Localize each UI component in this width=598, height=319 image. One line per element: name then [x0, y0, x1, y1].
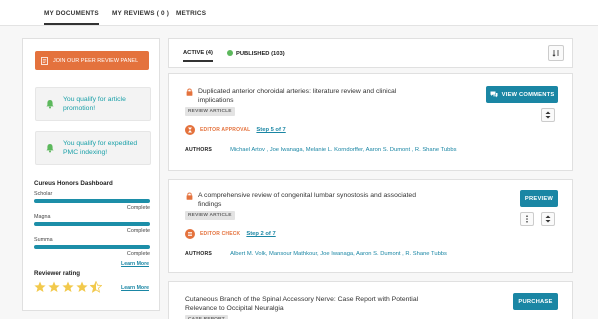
level-status: Complete [126, 205, 150, 211]
star-icon [34, 281, 46, 292]
article-promotion-notice: You qualify for article promotion! [35, 87, 151, 121]
preview-label: PREVIEW [524, 195, 554, 202]
document-title[interactable]: Cutaneous Branch of the Spinal Accessory… [185, 295, 445, 313]
hourglass-icon [185, 125, 195, 135]
progress-bar [34, 199, 150, 203]
level-status: Complete [126, 228, 150, 234]
article-promotion-text: You qualify for article promotion! [63, 96, 126, 112]
tab-published[interactable]: PUBLISHED (103) [227, 50, 285, 57]
authors-row: AUTHORS Michael Artov , Joe Iwanaga, Mel… [185, 147, 456, 153]
honors-level-summa: Summa Complete [34, 237, 150, 257]
document-title[interactable]: A comprehensive review of congenital lum… [198, 191, 418, 209]
article-type-badge: REVIEW ARTICLE [185, 107, 235, 116]
sort-icon [552, 50, 559, 57]
half-star-icon [90, 281, 102, 293]
step-link[interactable]: Step 5 of 7 [256, 127, 285, 133]
article-type-badge: CASE REPORT [185, 315, 228, 319]
join-peer-review-button[interactable]: JOIN OUR PEER REVIEW PANEL [35, 51, 149, 70]
tab-my-reviews[interactable]: MY REVIEWS ( 0 ) [112, 10, 169, 17]
tab-metrics[interactable]: METRICS [176, 10, 206, 17]
honors-level-magna: Magna Complete [34, 214, 150, 234]
purchase-button[interactable]: PURCHASE [513, 293, 558, 310]
reviewer-rating-stars [34, 281, 104, 293]
lock-icon [186, 88, 193, 96]
step-link[interactable]: Step 2 of 7 [246, 231, 275, 237]
authors-label: AUTHORS [185, 147, 213, 153]
level-name: Magna [34, 214, 51, 220]
learn-more-honors-link[interactable]: Learn More [121, 261, 149, 267]
document-title[interactable]: Duplicated anterior choroidal arteries: … [198, 87, 418, 105]
check-icon [227, 50, 233, 56]
preview-button[interactable]: PREVIEW [520, 190, 558, 207]
document-icon [41, 56, 48, 65]
purchase-label: PURCHASE [518, 298, 553, 305]
star-icon [76, 281, 88, 292]
authors-row: AUTHORS Albert M. Volk, Mansour Mathkour… [185, 251, 447, 257]
level-name: Summa [34, 237, 53, 243]
sort-arrows-icon [545, 111, 551, 119]
tab-active[interactable]: ACTIVE (4) [183, 50, 213, 62]
article-type-badge: REVIEW ARTICLE [185, 211, 235, 220]
sort-arrows-icon [545, 215, 551, 223]
view-comments-label: VIEW COMMENTS [501, 91, 555, 98]
authors-label: AUTHORS [185, 251, 213, 257]
tab-my-documents[interactable]: MY DOCUMENTS [44, 10, 99, 25]
document-status: EDITOR APPROVAL Step 5 of 7 [185, 125, 286, 135]
status-label: EDITOR CHECK [200, 231, 241, 237]
pmc-indexing-notice: You qualify for expedited PMC indexing! [35, 131, 151, 165]
bell-icon [46, 100, 54, 109]
bell-icon [46, 144, 54, 153]
document-card: Cutaneous Branch of the Spinal Accessory… [168, 281, 573, 319]
comments-icon [490, 91, 498, 98]
join-peer-review-label: JOIN OUR PEER REVIEW PANEL [53, 57, 139, 64]
reorder-button[interactable] [541, 212, 555, 226]
status-label: EDITOR APPROVAL [200, 127, 251, 133]
progress-bar [34, 245, 150, 249]
reorder-button[interactable] [541, 108, 555, 122]
top-navigation: MY DOCUMENTS MY REVIEWS ( 0 ) METRICS [0, 0, 598, 26]
published-label: PUBLISHED (103) [236, 51, 285, 57]
kebab-menu-icon [526, 215, 528, 223]
view-comments-button[interactable]: VIEW COMMENTS [486, 86, 558, 103]
reviewer-rating-title: Reviewer rating [34, 270, 81, 277]
checklist-icon [185, 229, 195, 239]
progress-bar [34, 222, 150, 226]
document-card: A comprehensive review of congenital lum… [168, 179, 573, 273]
sort-button[interactable] [548, 45, 564, 61]
pmc-indexing-text: You qualify for expedited PMC indexing! [63, 140, 138, 156]
authors-list[interactable]: Albert M. Volk, Mansour Mathkour, Joe Iw… [230, 251, 447, 257]
star-icon [62, 281, 74, 292]
lock-icon [186, 192, 193, 200]
more-options-button[interactable] [520, 212, 534, 226]
level-name: Scholar [34, 191, 53, 197]
level-status: Complete [126, 251, 150, 257]
honors-level-scholar: Scholar Complete [34, 191, 150, 211]
sidebar: JOIN OUR PEER REVIEW PANEL You qualify f… [22, 38, 160, 311]
honors-dashboard-title: Cureus Honors Dashboard [34, 180, 113, 187]
document-card: Duplicated anterior choroidal arteries: … [168, 73, 573, 171]
star-icon [48, 281, 60, 292]
learn-more-rating-link[interactable]: Learn More [121, 285, 149, 291]
authors-list[interactable]: Michael Artov , Joe Iwanaga, Melanie L. … [230, 147, 456, 153]
document-filter-bar: ACTIVE (4) PUBLISHED (103) [168, 38, 573, 68]
document-status: EDITOR CHECK Step 2 of 7 [185, 229, 276, 239]
